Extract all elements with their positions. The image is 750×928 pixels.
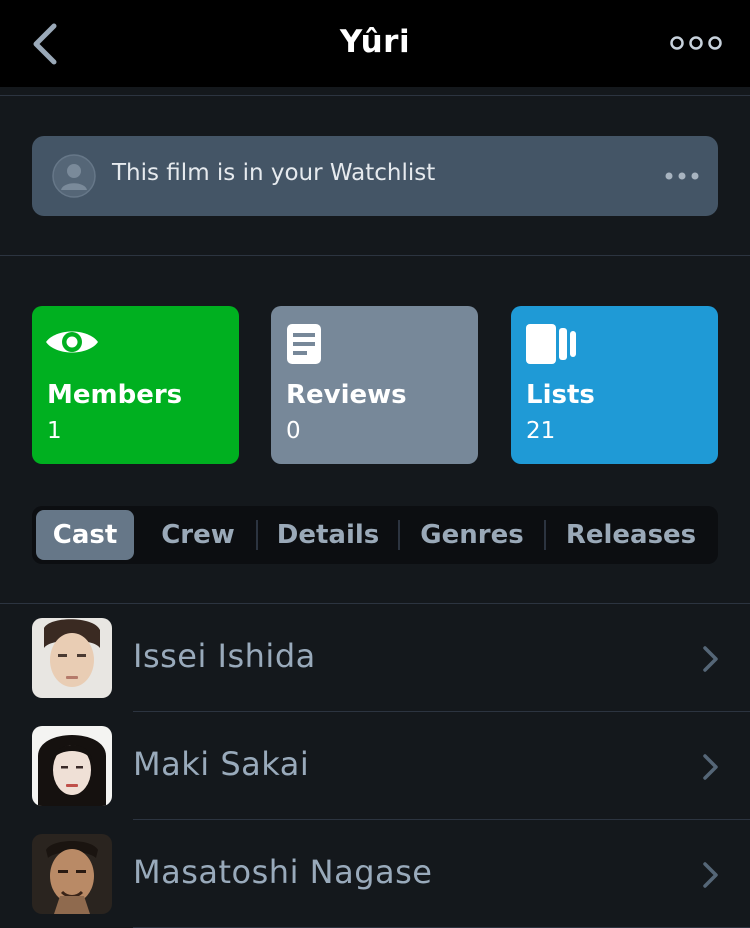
page-title: Yûri <box>339 24 411 60</box>
tab-divider <box>398 520 400 550</box>
divider <box>0 95 750 96</box>
segmented-tabs: Cast Crew Details Genres Releases <box>32 506 718 564</box>
members-count: 1 <box>47 418 62 444</box>
tab-releases[interactable]: Releases <box>548 510 714 560</box>
avatar <box>32 618 112 698</box>
list-item[interactable]: Masatoshi Nagase <box>0 820 750 928</box>
lists-icon <box>526 324 576 364</box>
members-label: Members <box>47 380 183 410</box>
eye-icon <box>46 331 98 353</box>
watchlist-more-button[interactable] <box>664 168 700 182</box>
divider <box>0 255 750 256</box>
person-icon <box>52 154 96 198</box>
tab-details[interactable]: Details <box>260 510 396 560</box>
tab-genres[interactable]: Genres <box>402 510 542 560</box>
tab-divider <box>544 520 546 550</box>
cast-name: Masatoshi Nagase <box>133 853 433 891</box>
chevron-right-icon <box>703 862 718 888</box>
cast-name: Maki Sakai <box>133 745 310 783</box>
ellipsis-icon <box>665 172 699 180</box>
watchlist-text: This film is in your Watchlist <box>112 160 436 186</box>
avatar <box>32 726 112 806</box>
more-options-button[interactable] <box>670 33 722 53</box>
list-item[interactable]: Issei Ishida <box>0 604 750 712</box>
list-item[interactable]: Maki Sakai <box>0 712 750 820</box>
tab-cast[interactable]: Cast <box>36 510 134 560</box>
tab-divider <box>256 520 258 550</box>
avatar <box>32 834 112 914</box>
lists-count: 21 <box>526 418 556 444</box>
chevron-right-icon <box>703 646 718 672</box>
watchlist-banner[interactable]: This film is in your Watchlist <box>32 136 718 216</box>
reviews-label: Reviews <box>286 380 407 410</box>
avatar <box>52 154 96 198</box>
tab-crew[interactable]: Crew <box>140 510 256 560</box>
chevron-right-icon <box>703 754 718 780</box>
lists-tile[interactable]: Lists 21 <box>511 306 718 464</box>
lists-label: Lists <box>526 380 595 410</box>
reviews-tile[interactable]: Reviews 0 <box>271 306 478 464</box>
cast-name: Issei Ishida <box>133 637 316 675</box>
ellipsis-icon <box>670 36 722 50</box>
document-icon <box>287 324 321 364</box>
members-tile[interactable]: Members 1 <box>32 306 239 464</box>
top-bar: Yûri <box>0 0 750 87</box>
reviews-count: 0 <box>286 418 301 444</box>
